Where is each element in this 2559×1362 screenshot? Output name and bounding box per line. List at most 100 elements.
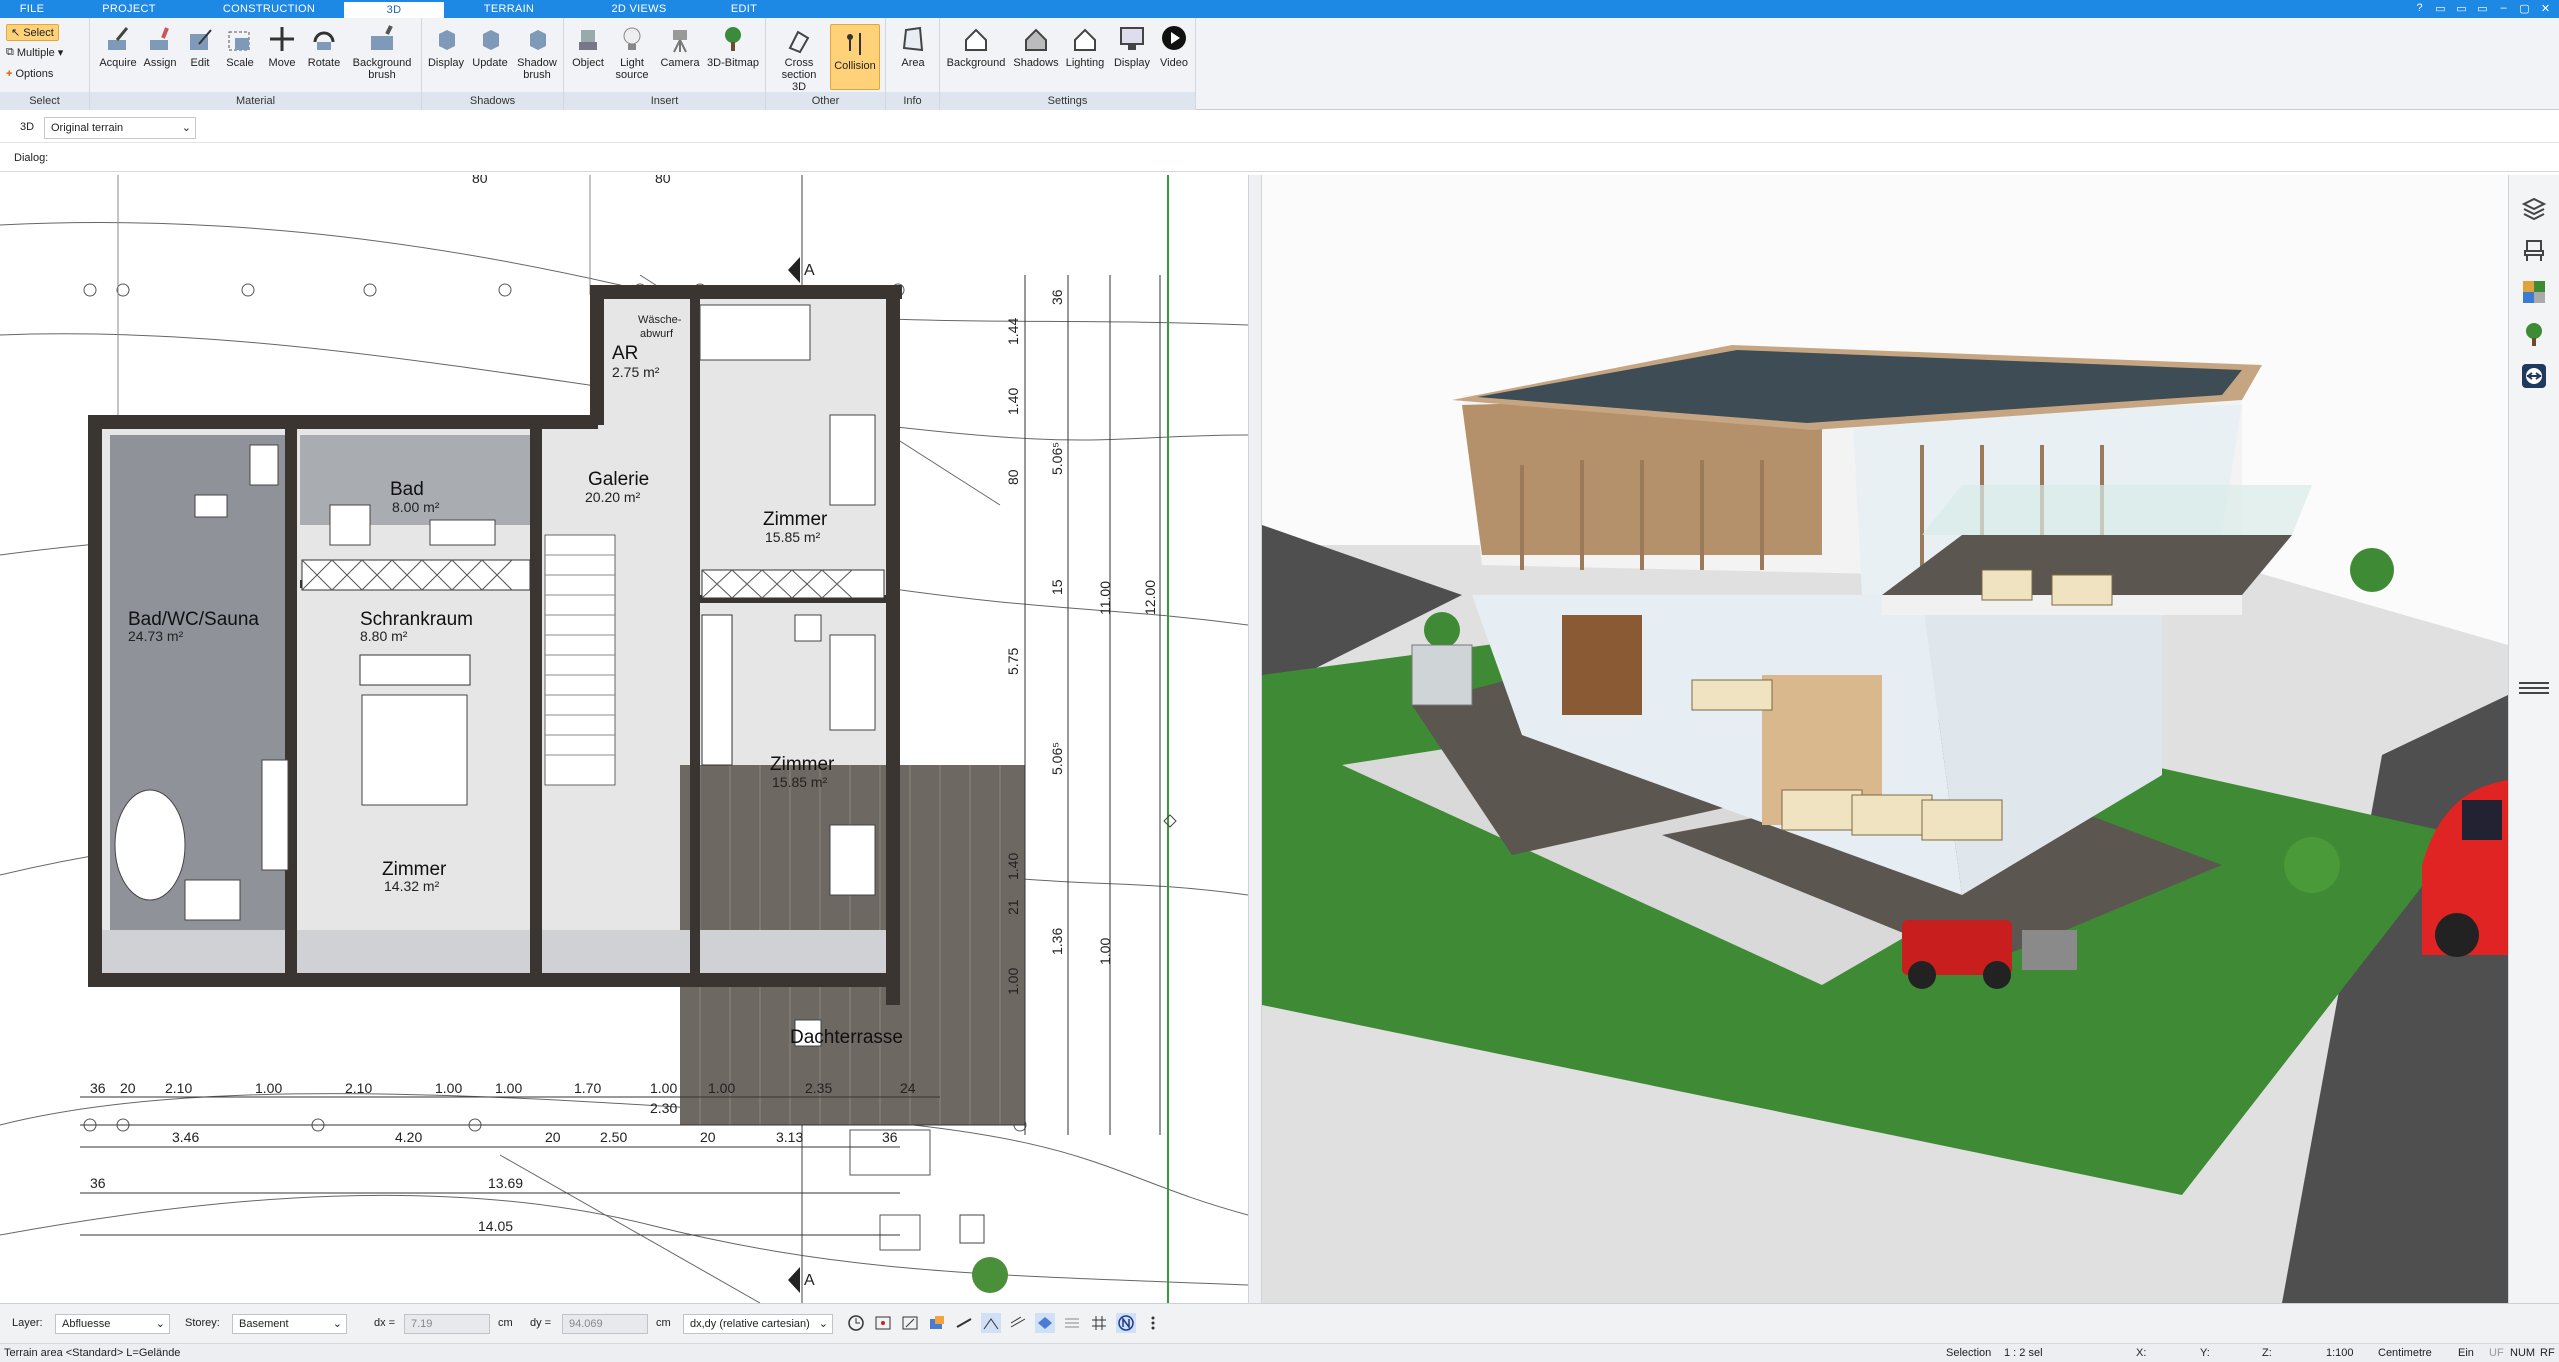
group-title: Material: [90, 92, 421, 110]
tab-edit[interactable]: EDIT: [704, 0, 784, 18]
clock-icon[interactable]: [846, 1313, 866, 1333]
terrain-select[interactable]: Original terrain ⌄: [44, 117, 196, 139]
minimize-button[interactable]: –: [2496, 1, 2511, 15]
help-button[interactable]: ?: [2412, 1, 2427, 15]
select-button[interactable]: ↖ Select: [6, 24, 59, 41]
rotate-button[interactable]: Rotate: [304, 24, 344, 69]
tree-icon[interactable]: [2521, 321, 2547, 347]
snap-hatch-icon[interactable]: [1062, 1313, 1082, 1333]
acquire-button[interactable]: Acquire: [98, 24, 138, 69]
play-icon: [1162, 26, 1186, 50]
group-title: Info: [886, 92, 939, 110]
x-coordinate: X:: [2136, 1347, 2147, 1359]
dim-row1-5: 1.00: [435, 1080, 462, 1096]
dim-right-11: 1.00: [1005, 968, 1021, 995]
shadows-settings-button[interactable]: Shadows: [1010, 24, 1062, 69]
tab-project[interactable]: PROJECT: [64, 0, 194, 18]
tab-3d[interactable]: 3D: [344, 0, 444, 18]
layer-select[interactable]: Abfluesse ⌄: [55, 1314, 170, 1334]
view-splitter[interactable]: [1248, 175, 1262, 1303]
teamviewer-icon[interactable]: [2521, 363, 2547, 389]
3d-view[interactable]: [1262, 175, 2508, 1303]
close-button[interactable]: ✕: [2538, 1, 2553, 15]
room-area-zimmer-3: 14.32 m²: [384, 878, 440, 894]
coordinate-mode-select[interactable]: dx,dy (relative cartesian) ⌄: [683, 1314, 833, 1334]
tab-file[interactable]: FILE: [0, 0, 64, 18]
tab-construction[interactable]: CONSTRUCTION: [194, 0, 344, 18]
camera-button[interactable]: Camera: [658, 24, 702, 69]
dim-row1-4: 2.10: [345, 1080, 372, 1096]
restore-icon[interactable]: ▭: [2454, 1, 2469, 15]
cube-icon: [530, 30, 546, 50]
ribbon: ↖ Select ⧉ Multiple ▾ + Options Select Acqui…: [0, 18, 2559, 110]
room-name-bad-wc-sauna: Bad/WC/Sauna: [128, 609, 259, 630]
dy-input[interactable]: 94.069: [562, 1314, 648, 1334]
options-button[interactable]: + Options: [6, 68, 53, 80]
grid-icon[interactable]: [1089, 1313, 1109, 1333]
dim-row2-6: 36: [882, 1129, 898, 1145]
3d-view-canvas[interactable]: [1262, 175, 2508, 1303]
storey-select[interactable]: Basement ⌄: [232, 1314, 347, 1334]
snap-line-icon[interactable]: [954, 1313, 974, 1333]
tab-terrain[interactable]: TERRAIN: [444, 0, 574, 18]
room-area-waesche: abwurf: [640, 328, 674, 340]
house-icon: [965, 28, 987, 51]
video-button[interactable]: Video: [1154, 24, 1194, 69]
group-title: Shadows: [422, 92, 563, 110]
multiple-icon: ⧉: [6, 46, 14, 58]
collision-button[interactable]: Collision: [830, 24, 880, 90]
3d-bitmap-button[interactable]: 3D-Bitmap: [704, 24, 762, 69]
dim-row3-0: 36: [90, 1175, 106, 1191]
dim-row1-8: 1.00: [650, 1080, 677, 1096]
area-button[interactable]: Area: [892, 24, 934, 69]
light-source-button[interactable]: Light source: [610, 24, 654, 81]
menu-icon[interactable]: [2509, 675, 2557, 701]
snap-point-icon[interactable]: [900, 1313, 920, 1333]
house-icon: [1074, 28, 1096, 51]
tab-2d-views[interactable]: 2D VIEWS: [574, 0, 704, 18]
shadow-brush-button[interactable]: Shadow brush: [514, 24, 560, 81]
materials-icon[interactable]: [2521, 279, 2547, 305]
dim-row1-1: 20: [120, 1080, 136, 1096]
display-settings-button[interactable]: Display: [1110, 24, 1154, 69]
room-area-bad: 8.00 m²: [392, 499, 440, 515]
snap-surface-icon[interactable]: [1035, 1313, 1055, 1333]
more-options-icon[interactable]: [1143, 1313, 1163, 1333]
selection-count: 1 : 2 sel: [2004, 1347, 2043, 1359]
cross-section-3d-button[interactable]: Cross section 3D: [774, 24, 824, 93]
dim-right-9: 21: [1005, 899, 1021, 915]
multiple-dropdown[interactable]: ⧉ Multiple ▾: [6, 46, 63, 59]
dim-right-10: 1.36: [1049, 928, 1065, 955]
assign-button[interactable]: Assign: [140, 24, 180, 69]
floor-plan-canvas[interactable]: A A AR Bad Galerie Zimmer Bad/WC/Sauna S…: [0, 175, 1248, 1303]
room-name-dachterrasse: Dachterrasse: [790, 1027, 903, 1048]
shadow-update-button[interactable]: Update: [470, 24, 510, 69]
restore-icon[interactable]: ▭: [2433, 1, 2448, 15]
dx-input[interactable]: 7.19: [404, 1314, 490, 1334]
move-button[interactable]: Move: [264, 24, 300, 69]
floor-plan-view[interactable]: A A AR Bad Galerie Zimmer Bad/WC/Sauna S…: [0, 175, 1248, 1303]
lighting-settings-button[interactable]: Lighting: [1062, 24, 1108, 69]
cursor-icon: ↖: [11, 27, 21, 39]
maximize-button[interactable]: ▢: [2517, 1, 2532, 15]
snap-wall-icon[interactable]: [1008, 1313, 1028, 1333]
insert-object-button[interactable]: Object: [568, 24, 608, 69]
snap-grid-icon[interactable]: [873, 1313, 893, 1333]
scale-button[interactable]: Scale: [222, 24, 258, 69]
num-indicator: NUM: [2510, 1347, 2536, 1359]
layers-icon[interactable]: [2521, 195, 2547, 221]
background-settings-button[interactable]: Background: [944, 24, 1008, 69]
snap-angle-icon[interactable]: [981, 1313, 1001, 1333]
monitor-icon: [1120, 27, 1144, 50]
section-mark-bottom: A: [804, 1272, 815, 1289]
chair-icon[interactable]: [2521, 237, 2547, 263]
group-select: ↖ Select ⧉ Multiple ▾ + Options Select: [0, 18, 90, 110]
restore-icon[interactable]: ▭: [2475, 1, 2490, 15]
edit-material-button[interactable]: Edit: [182, 24, 218, 69]
north-icon[interactable]: [1116, 1313, 1136, 1333]
snap-object-icon[interactable]: [927, 1313, 947, 1333]
edit-icon: [190, 29, 212, 50]
shadow-display-button[interactable]: Display: [426, 24, 466, 69]
background-brush-button[interactable]: Background brush: [348, 24, 416, 81]
right-toolbar: [2508, 175, 2559, 1303]
